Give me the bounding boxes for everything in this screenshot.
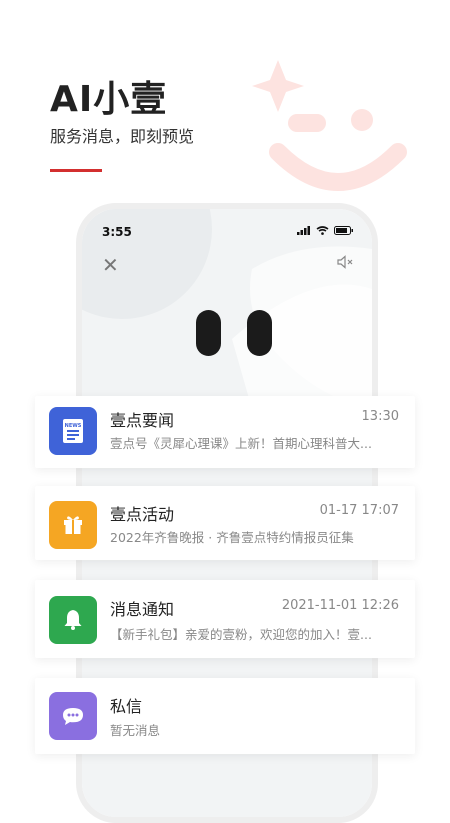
bell-icon-tile bbox=[49, 596, 97, 644]
sparkle-icon bbox=[252, 60, 304, 112]
chat-icon bbox=[63, 708, 83, 725]
smile-shape bbox=[269, 143, 407, 191]
message-card-activity[interactable]: 壹点活动 01-17 17:07 2022年齐鲁晚报 · 齐鲁壹点特约情报员征集 bbox=[35, 486, 415, 560]
close-icon[interactable]: ✕ bbox=[102, 253, 119, 277]
message-title: 壹点活动 bbox=[110, 505, 175, 524]
dot-shape bbox=[351, 109, 373, 131]
gift-icon bbox=[64, 516, 82, 534]
news-icon: NEWS bbox=[63, 419, 83, 443]
news-icon-tile: NEWS bbox=[49, 407, 97, 455]
message-preview: 2022年齐鲁晚报 · 齐鲁壹点特约情报员征集 bbox=[110, 530, 354, 545]
battery-icon bbox=[334, 226, 353, 235]
page-title: AI小壹 bbox=[50, 79, 168, 120]
message-preview: 暂无消息 bbox=[110, 723, 161, 738]
message-time: 01-17 17:07 bbox=[319, 503, 399, 518]
page-subtitle: 服务消息，即刻预览 bbox=[50, 127, 195, 146]
bell-icon bbox=[64, 610, 82, 630]
message-time: 2021-11-01 12:26 bbox=[281, 598, 399, 613]
accent-underline bbox=[50, 169, 102, 172]
message-card-private[interactable]: 私信 暂无消息 bbox=[35, 678, 415, 754]
message-title: 消息通知 bbox=[110, 600, 175, 619]
dash-shape bbox=[288, 114, 326, 132]
signal-icon bbox=[297, 226, 310, 235]
status-time: 3:55 bbox=[102, 225, 132, 239]
mascot-eye-right bbox=[247, 310, 272, 356]
message-card-notification[interactable]: 消息通知 2021-11-01 12:26 【新手礼包】亲爱的壹粉，欢迎您的加入… bbox=[35, 580, 415, 658]
message-preview: 壹点号《灵犀心理课》上新！首期心理科普大... bbox=[110, 436, 372, 451]
chat-icon-tile bbox=[49, 692, 97, 740]
message-card-news[interactable]: NEWS 壹点要闻 13:30 壹点号《灵犀心理课》上新！首期心理科普大... bbox=[35, 396, 415, 468]
svg-text:NEWS: NEWS bbox=[65, 423, 82, 429]
mascot-eye-left bbox=[196, 310, 221, 356]
message-title: 壹点要闻 bbox=[110, 411, 175, 430]
volume-mute-icon[interactable] bbox=[336, 255, 354, 269]
message-preview: 【新手礼包】亲爱的壹粉，欢迎您的加入！壹... bbox=[110, 627, 372, 642]
gift-icon-tile bbox=[49, 501, 97, 549]
message-time: 13:30 bbox=[361, 409, 399, 424]
wifi-icon bbox=[316, 226, 329, 235]
status-icons bbox=[297, 226, 354, 235]
message-title: 私信 bbox=[110, 697, 143, 716]
